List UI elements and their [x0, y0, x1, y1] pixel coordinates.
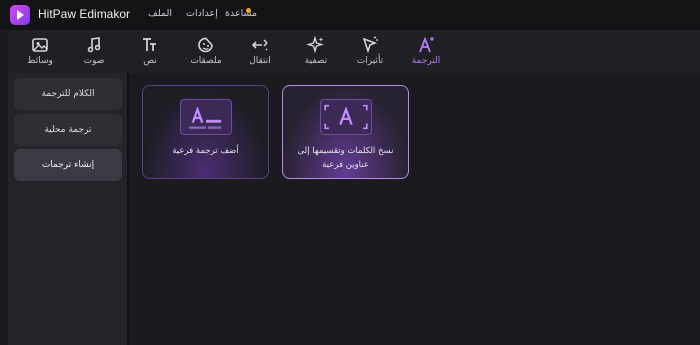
app-logo: [10, 5, 30, 25]
text-icon: [143, 38, 156, 51]
tool-stickers[interactable]: ملصقات: [178, 33, 234, 71]
media-icon: [32, 38, 48, 52]
transition-icon: [251, 39, 268, 51]
tool-text[interactable]: نص: [122, 33, 178, 71]
tool-effects-label: تأثيرات: [356, 56, 384, 66]
help-notification-dot: [246, 8, 251, 13]
sidebar-item-speech-to-text[interactable]: الكلام للترجمة: [14, 78, 122, 110]
menu-settings[interactable]: إعدادات: [186, 8, 218, 19]
auto-caption-card[interactable]: نسخ الكلمات وتقسيمها إلى عناوين فرعية: [282, 85, 409, 179]
tool-text-label: نص: [143, 56, 157, 66]
add-subtitle-caption: أضف ترجمة فرعية: [172, 146, 239, 156]
menu-file[interactable]: الملف: [148, 8, 172, 19]
subtitle-options-panel: أضف ترجمة فرعية نسخ الكلمات وتقسيمها إلى…: [131, 73, 700, 345]
tool-filter-label: تصفية: [304, 56, 328, 66]
music-note-icon: [87, 37, 101, 53]
sidebar-item-local-subtitles[interactable]: ترجمة محلية: [14, 114, 122, 146]
app-title: HitPaw Edimakor: [38, 7, 131, 21]
tool-audio-label: صوت: [83, 56, 105, 66]
sidebar-item-create-subtitles[interactable]: إنشاء ترجمات: [14, 149, 122, 181]
auto-caption-caption: نسخ الكلمات وتقسيمها إلى عناوين فرعية: [297, 146, 394, 170]
tool-transition-label: انتقال: [249, 56, 271, 66]
menu-help[interactable]: مساعدة: [225, 8, 257, 19]
tool-subtitles-label: الترجمة: [411, 56, 441, 66]
add-subtitle-icon: [180, 99, 232, 135]
tool-media-label: وسائط: [27, 56, 53, 66]
main-toolbar: وسائط صوت نص ملصقات انتقال تصفية تأثيرات…: [8, 30, 700, 73]
tool-transition[interactable]: انتقال: [232, 33, 288, 71]
title-bar: HitPaw Edimakor الملف إعدادات مساعدة: [0, 0, 700, 30]
add-subtitle-card[interactable]: أضف ترجمة فرعية: [142, 85, 269, 179]
sticker-icon: [198, 37, 213, 53]
tool-subtitles[interactable]: الترجمة: [398, 33, 454, 71]
auto-caption-icon: [320, 99, 372, 135]
effects-icon: [362, 36, 378, 54]
tool-effects[interactable]: تأثيرات: [342, 33, 398, 71]
filter-sparkle-icon: [306, 35, 324, 54]
tool-audio[interactable]: صوت: [66, 33, 122, 71]
tool-filter[interactable]: تصفية: [288, 33, 344, 71]
tool-stickers-label: ملصقات: [190, 56, 222, 66]
tool-media[interactable]: وسائط: [12, 33, 68, 71]
subtitle-icon: [419, 36, 434, 53]
subtitle-sidebar: الكلام للترجمة ترجمة محلية إنشاء ترجمات: [8, 73, 129, 345]
